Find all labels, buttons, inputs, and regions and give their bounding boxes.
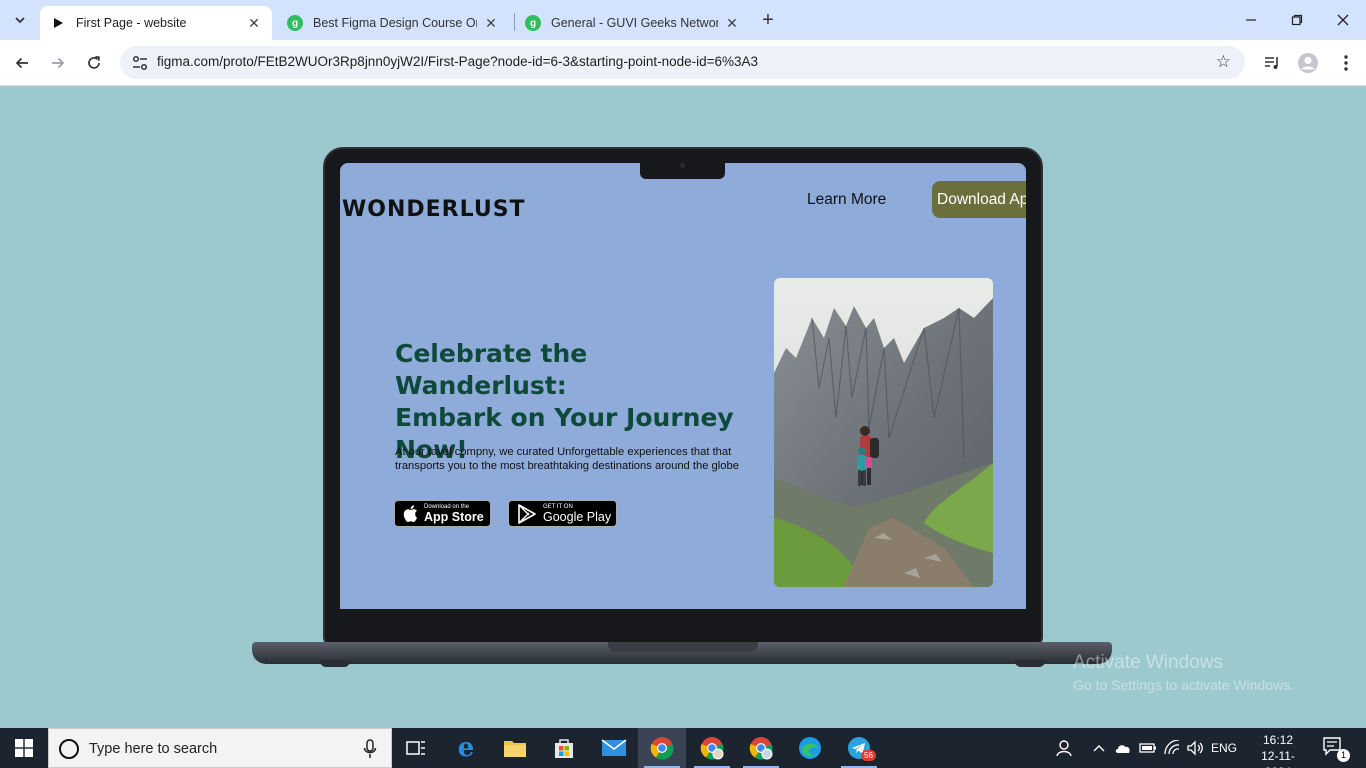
windows-start-icon[interactable]	[0, 728, 48, 768]
edge-icon[interactable]: e	[442, 728, 490, 768]
wifi-icon[interactable]	[1161, 728, 1183, 768]
menu-dots-icon[interactable]	[1333, 50, 1359, 76]
clock-time: 16:12	[1262, 733, 1294, 747]
close-icon[interactable]: ✕	[246, 15, 262, 31]
windows-taskbar: Type here to search e 56 ENG 16:12 12-11…	[0, 728, 1366, 768]
people-icon[interactable]	[1052, 728, 1076, 768]
laptop-foot-right	[1015, 660, 1045, 667]
site-logo[interactable]: WONDERLUST	[342, 197, 526, 222]
microphone-icon[interactable]	[363, 739, 377, 759]
onedrive-icon[interactable]	[1112, 728, 1134, 768]
google-play-label: Google Play	[543, 509, 612, 524]
app-store-label: App Store	[424, 509, 484, 524]
site-info-icon[interactable]	[130, 53, 150, 73]
laptop-foot-left	[320, 660, 350, 667]
address-bar[interactable]: figma.com/proto/FEtB2WUOr3Rp8jnn0yjW2I/F…	[120, 46, 1245, 79]
clock-date: 12-11-2024	[1261, 749, 1295, 768]
chevron-down-icon	[15, 17, 25, 24]
new-tab-icon[interactable]: +	[756, 8, 780, 32]
tab-guvi-general[interactable]: g General - GUVI Geeks Network ✕	[515, 6, 750, 40]
tab-strip: First Page - website ✕ g Best Figma Desi…	[0, 0, 1366, 40]
notification-center-icon[interactable]: 1	[1322, 736, 1350, 762]
restore-icon[interactable]	[1274, 0, 1320, 40]
tab-title: First Page - website	[76, 16, 187, 30]
apple-icon	[403, 505, 417, 522]
hero-subtext: At our tavel compny, we curated Unforget…	[395, 446, 739, 472]
guvi-icon: g	[287, 15, 303, 31]
volume-icon[interactable]	[1184, 728, 1206, 768]
edge-icon[interactable]	[786, 728, 834, 768]
notification-count-badge: 1	[1337, 749, 1350, 762]
google-play-icon	[518, 503, 536, 524]
minimize-icon[interactable]	[1228, 0, 1274, 40]
close-icon[interactable]: ✕	[483, 15, 499, 31]
download-app-button[interactable]: Download Ap	[932, 181, 1026, 218]
profile-icon[interactable]	[1295, 50, 1321, 76]
app-store-button[interactable]: Download on the App Store	[394, 500, 491, 527]
search-placeholder: Type here to search	[89, 741, 218, 757]
activate-windows-hint: Go to Settings to activate Windows.	[1073, 677, 1294, 693]
language-indicator[interactable]: ENG	[1208, 728, 1240, 768]
tab-search-button[interactable]	[6, 6, 34, 34]
url-text[interactable]: figma.com/proto/FEtB2WUOr3Rp8jnn0yjW2I/F…	[157, 54, 758, 69]
file-explorer-icon[interactable]	[491, 728, 539, 768]
close-icon[interactable]: ✕	[724, 15, 740, 31]
chrome-profile-icon[interactable]	[688, 728, 736, 768]
laptop-hinge-groove	[608, 642, 758, 652]
telegram-icon[interactable]: 56	[835, 728, 883, 768]
google-play-button[interactable]: GET IT ON Google Play	[508, 500, 617, 527]
media-control-icon[interactable]	[1259, 50, 1285, 76]
browser-toolbar: figma.com/proto/FEtB2WUOr3Rp8jnn0yjW2I/F…	[0, 40, 1366, 86]
taskbar-clock[interactable]: 16:12 12-11-2024	[1254, 732, 1302, 768]
chrome-icon[interactable]	[737, 728, 785, 768]
back-icon[interactable]	[7, 48, 37, 78]
laptop-camera	[680, 163, 685, 168]
tab-title: General - GUVI Geeks Network	[551, 16, 718, 30]
prototype-screen: WONDERLUST Learn More Download Ap Celebr…	[340, 163, 1026, 609]
window-close-icon[interactable]	[1320, 0, 1366, 40]
hiker-mountain-photo	[774, 278, 993, 587]
learn-more-link[interactable]: Learn More	[807, 191, 886, 209]
bookmark-star-icon[interactable]: ☆	[1216, 52, 1231, 72]
show-hidden-icons-icon[interactable]	[1089, 728, 1109, 768]
store-icon[interactable]	[540, 728, 588, 768]
figma-play-icon	[50, 15, 66, 31]
tab-figma-course[interactable]: g Best Figma Design Course Onli ✕	[277, 6, 509, 40]
activate-windows-title: Activate Windows	[1073, 652, 1223, 673]
mail-icon[interactable]	[590, 728, 638, 768]
taskbar-search-box[interactable]: Type here to search	[48, 728, 392, 768]
reload-icon[interactable]	[79, 48, 109, 78]
guvi-icon: g	[525, 15, 541, 31]
tab-title: Best Figma Design Course Onli	[313, 16, 477, 30]
battery-icon[interactable]	[1137, 728, 1159, 768]
forward-icon[interactable]	[43, 48, 73, 78]
search-icon	[59, 739, 79, 759]
telegram-unread-badge: 56	[861, 750, 876, 761]
chrome-icon[interactable]	[638, 728, 686, 768]
task-view-icon[interactable]	[392, 728, 440, 768]
tab-first-page[interactable]: First Page - website ✕	[40, 6, 272, 40]
